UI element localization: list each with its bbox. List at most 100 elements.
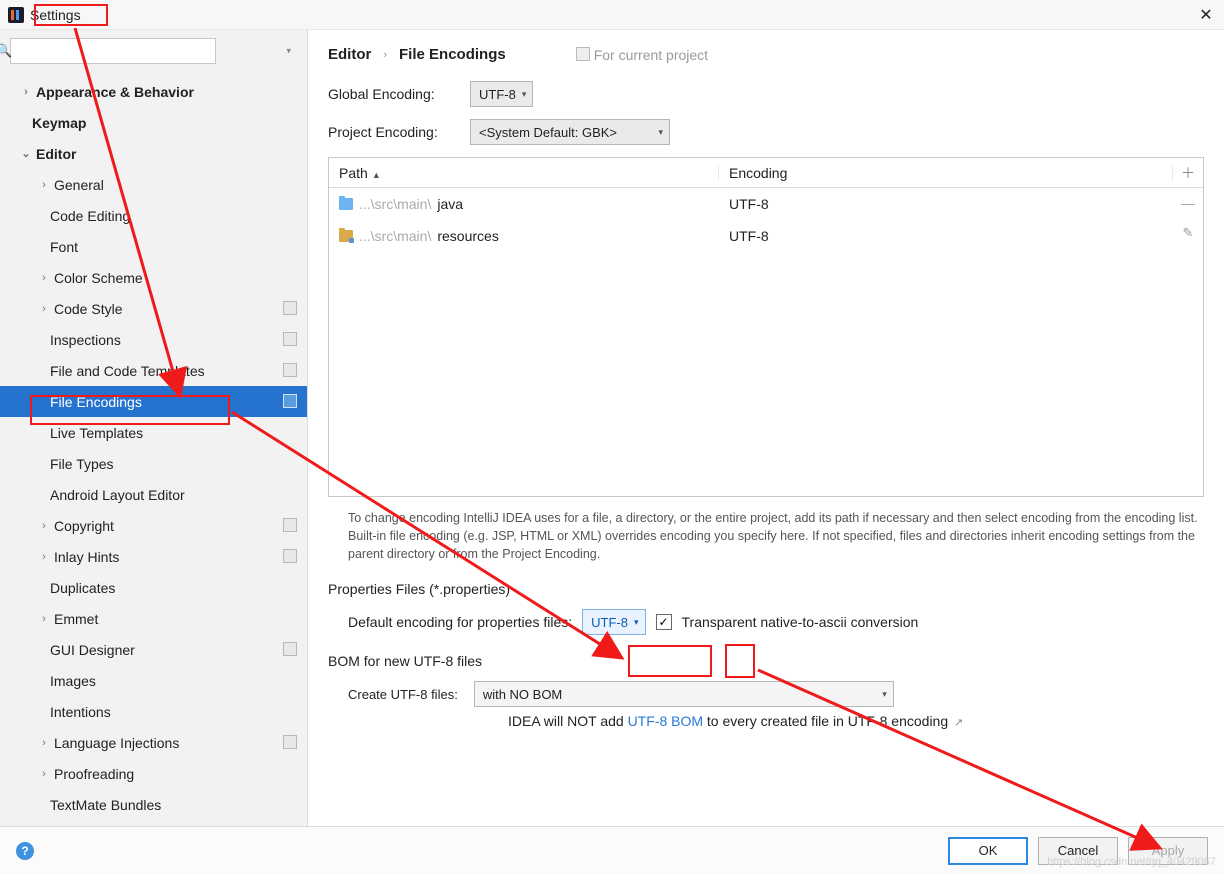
- chevron-right-icon: ›: [383, 49, 387, 61]
- search-icon: 🔍: [0, 43, 12, 59]
- help-icon[interactable]: ?: [16, 842, 34, 860]
- sidebar-item-label: File and Code Templates: [50, 363, 205, 379]
- content-pane: Editor › File Encodings For current proj…: [308, 30, 1224, 826]
- project-scope-icon: [285, 644, 297, 656]
- sidebar-item-label: Proofreading: [54, 766, 134, 782]
- chevron-right-icon: ›: [38, 179, 50, 191]
- sidebar-item-label: Keymap: [32, 115, 86, 131]
- close-icon[interactable]: ✕: [1196, 5, 1216, 25]
- path-tail: resources: [437, 228, 498, 244]
- sidebar-item-label: Images: [50, 673, 96, 689]
- sidebar-item-language-injections[interactable]: › Language Injections: [0, 727, 307, 758]
- sidebar-item-intentions[interactable]: Intentions: [0, 696, 307, 727]
- encoding-table: Path▲ Encoding ＋ — ✎ ...\src\main\ java UT…: [328, 157, 1204, 497]
- sidebar-item-color-scheme[interactable]: ›Color Scheme: [0, 262, 307, 293]
- breadcrumb-file-encodings: File Encodings: [399, 46, 506, 63]
- sidebar-item-appearance-behavior[interactable]: › Appearance & Behavior: [0, 76, 307, 107]
- chevron-right-icon: ›: [38, 303, 50, 315]
- sidebar-item-keymap[interactable]: Keymap: [0, 107, 307, 138]
- project-scope-icon: [285, 396, 297, 408]
- chevron-right-icon: ›: [38, 737, 50, 749]
- dialog-footer: ? OK Cancel Apply: [0, 826, 1224, 874]
- sidebar-item-label: Inspections: [50, 332, 121, 348]
- sidebar-item-inspections[interactable]: Inspections: [0, 324, 307, 355]
- sidebar-item-duplicates[interactable]: Duplicates: [0, 572, 307, 603]
- project-scope-icon: [285, 520, 297, 532]
- breadcrumb-editor[interactable]: Editor: [328, 46, 371, 63]
- breadcrumb-scope-label: For current project: [594, 47, 708, 63]
- project-scope-icon: [578, 49, 590, 61]
- chevron-down-icon: ▾: [882, 689, 887, 700]
- sidebar-item-emmet[interactable]: ›Emmet: [0, 603, 307, 634]
- global-encoding-select[interactable]: UTF-8 ▾: [470, 81, 533, 107]
- project-scope-icon: [285, 737, 297, 749]
- sidebar-item-label: Language Injections: [54, 735, 179, 751]
- resources-icon: [339, 230, 353, 242]
- create-utf8-select[interactable]: with NO BOM ▾: [474, 681, 894, 707]
- project-encoding-value: <System Default: GBK>: [479, 125, 617, 140]
- properties-encoding-label: Default encoding for properties files:: [348, 614, 572, 630]
- chevron-down-icon: ▾: [658, 127, 663, 138]
- ok-button[interactable]: OK: [948, 837, 1028, 865]
- sidebar-item-code-editing[interactable]: Code Editing: [0, 200, 307, 231]
- sidebar-item-label: Code Editing: [50, 208, 130, 224]
- sidebar-item-proofreading[interactable]: ›Proofreading: [0, 758, 307, 789]
- sidebar-item-label: Android Layout Editor: [50, 487, 185, 503]
- sidebar-item-label: Inlay Hints: [54, 549, 119, 565]
- sidebar-item-gui-designer[interactable]: GUI Designer: [0, 634, 307, 665]
- sidebar-item-android-layout-editor[interactable]: Android Layout Editor: [0, 479, 307, 510]
- sidebar-item-label: TextMate Bundles: [50, 797, 161, 813]
- sidebar-item-file-and-code-templates[interactable]: File and Code Templates: [0, 355, 307, 386]
- chevron-down-icon: ⌄: [20, 147, 32, 160]
- sidebar-item-label: File Encodings: [50, 394, 142, 410]
- sidebar-item-textmate-bundles[interactable]: TextMate Bundles: [0, 789, 307, 820]
- column-header-path[interactable]: Path▲: [329, 165, 719, 181]
- folder-icon: [339, 198, 353, 210]
- sidebar-item-editor[interactable]: ⌄ Editor: [0, 138, 307, 169]
- row-encoding: UTF-8: [719, 196, 1203, 212]
- chevron-right-icon: ›: [38, 613, 50, 625]
- sidebar-item-label: Editor: [36, 146, 76, 162]
- sidebar-item-label: Appearance & Behavior: [36, 84, 194, 100]
- sidebar-item-images[interactable]: Images: [0, 665, 307, 696]
- sidebar-item-label: GUI Designer: [50, 642, 135, 658]
- path-tail: java: [437, 196, 463, 212]
- global-encoding-value: UTF-8: [479, 87, 516, 102]
- path-dim: ...\src\main\: [359, 228, 431, 244]
- create-utf8-value: with NO BOM: [483, 687, 562, 702]
- sidebar-item-copyright[interactable]: ›Copyright: [0, 510, 307, 541]
- window-title: Settings: [30, 7, 81, 23]
- table-row[interactable]: ...\src\main\resourcesUTF-8: [329, 220, 1203, 252]
- properties-encoding-select[interactable]: UTF-8 ▾: [582, 609, 645, 635]
- properties-heading: Properties Files (*.properties): [328, 581, 1204, 597]
- utf8-bom-link[interactable]: UTF-8 BOM: [628, 713, 703, 729]
- cancel-button[interactable]: Cancel: [1038, 837, 1118, 865]
- sidebar-item-file-types[interactable]: File Types: [0, 448, 307, 479]
- add-row-button[interactable]: ＋: [1173, 163, 1203, 183]
- chevron-down-icon: ▾: [522, 89, 527, 100]
- apply-button[interactable]: Apply: [1128, 837, 1208, 865]
- table-row[interactable]: ...\src\main\javaUTF-8: [329, 188, 1203, 220]
- remove-row-button[interactable]: —: [1173, 188, 1203, 218]
- sidebar-item-live-templates[interactable]: Live Templates: [0, 417, 307, 448]
- titlebar: Settings ✕: [0, 0, 1224, 30]
- bom-heading: BOM for new UTF-8 files: [328, 653, 1204, 669]
- search-input[interactable]: [10, 38, 216, 64]
- edit-row-button[interactable]: ✎: [1173, 218, 1203, 248]
- sidebar-item-inlay-hints[interactable]: › Inlay Hints: [0, 541, 307, 572]
- chevron-right-icon: ›: [20, 86, 32, 98]
- transparent-ascii-checkbox[interactable]: ✓: [656, 614, 672, 630]
- column-header-encoding[interactable]: Encoding: [719, 165, 1173, 181]
- sidebar-item-code-style[interactable]: ›Code Style: [0, 293, 307, 324]
- chevron-down-icon[interactable]: ▾: [286, 46, 291, 57]
- chevron-down-icon: ▾: [634, 617, 639, 628]
- chevron-right-icon: ›: [38, 551, 50, 563]
- sidebar-item-label: Duplicates: [50, 580, 115, 596]
- project-encoding-select[interactable]: <System Default: GBK> ▾: [470, 119, 670, 145]
- sort-asc-icon: ▲: [372, 170, 381, 180]
- sidebar-item-file-encodings[interactable]: File Encodings: [0, 386, 307, 417]
- sidebar-item-general[interactable]: ›General: [0, 169, 307, 200]
- sidebar-item-font[interactable]: Font: [0, 231, 307, 262]
- create-utf8-label: Create UTF-8 files:: [348, 687, 458, 702]
- external-link-icon: ↗: [954, 717, 963, 729]
